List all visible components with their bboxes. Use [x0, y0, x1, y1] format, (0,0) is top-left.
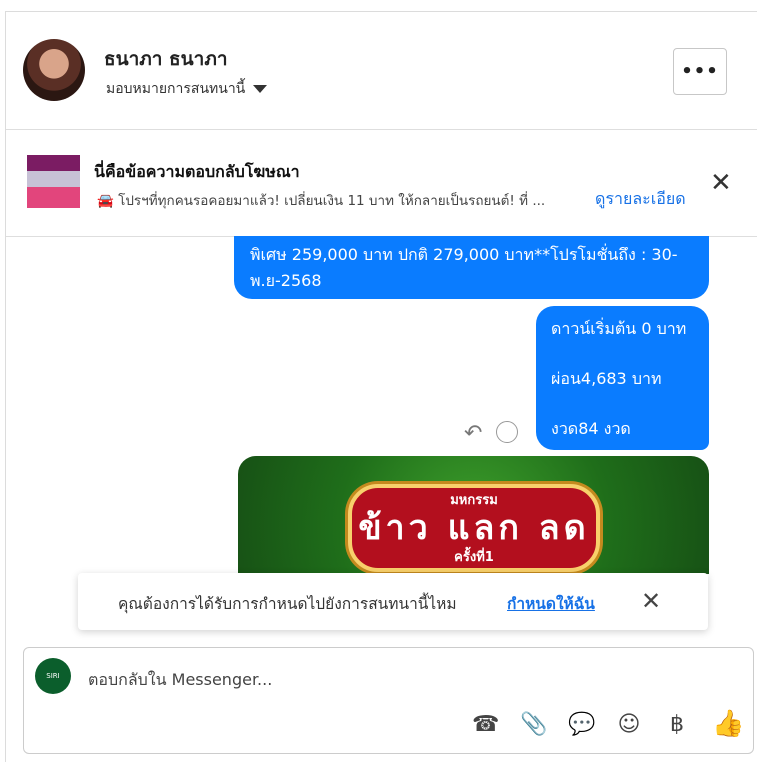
- message-bubble: ดาวน์เริ่มต้น 0 บาท ผ่อน4,683 บาท งวด84 …: [536, 306, 709, 450]
- message-bubble: พิเศษ 259,000 บาท ปกติ 279,000 บาท**โปรโ…: [234, 236, 709, 299]
- smiley-icon[interactable]: ☺: [616, 712, 642, 737]
- promo-big-text: ข้าว แลก ลด: [358, 508, 590, 548]
- page-avatar: SIRI: [35, 658, 71, 694]
- composer-toolbar: ☎ 📎 💬 ☺ ฿ 👍: [472, 709, 744, 739]
- close-icon[interactable]: ✕: [710, 168, 732, 198]
- call-add-icon[interactable]: ☎: [472, 712, 499, 737]
- avatar[interactable]: [23, 39, 85, 101]
- message-composer[interactable]: SIRI ตอบกลับใน Messenger... ☎ 📎 💬 ☺ ฿ 👍: [23, 647, 754, 754]
- message-line: ผ่อน4,683 บาท: [551, 369, 662, 388]
- assign-notice: คุณต้องการได้รับการกำหนดไปยังการสนทนานี้…: [78, 573, 708, 630]
- assign-label: มอบหมายการสนทนานี้: [106, 81, 246, 97]
- ad-details-link[interactable]: ดูรายละเอียด: [595, 187, 686, 212]
- ad-reply-banner: นี่คือข้อความตอบกลับโฆษณา 🚘 โปรฯที่ทุกคน…: [6, 130, 757, 237]
- ad-text: 🚘 โปรฯที่ทุกคนรอคอยมาแล้ว! เปลี่ยนเงิน 1…: [97, 193, 546, 209]
- promo-image[interactable]: มหกรรม ข้าว แลก ลด ครั้งที่1: [238, 456, 709, 574]
- react-emoji-icon[interactable]: [496, 421, 518, 443]
- baht-icon[interactable]: ฿: [664, 712, 690, 737]
- close-icon[interactable]: ✕: [641, 587, 661, 615]
- assign-to-me-link[interactable]: กำหนดให้ฉัน: [507, 591, 595, 616]
- more-options-button[interactable]: •••: [673, 48, 727, 95]
- reply-input[interactable]: ตอบกลับใน Messenger...: [88, 668, 272, 693]
- message-line: ดาวน์เริ่มต้น 0 บาท: [551, 319, 687, 338]
- notice-text: คุณต้องการได้รับการกำหนดไปยังการสนทนานี้…: [118, 595, 457, 613]
- thumbs-up-icon[interactable]: 👍: [712, 709, 744, 739]
- assign-conversation-dropdown[interactable]: มอบหมายการสนทนานี้: [106, 78, 268, 100]
- ad-title: นี่คือข้อความตอบกลับโฆษณา: [94, 162, 300, 181]
- promo-sign: มหกรรม ข้าว แลก ลด ครั้งที่1: [348, 484, 600, 572]
- contact-name[interactable]: ธนาภา ธนาภา: [104, 44, 228, 74]
- reply-icon[interactable]: ↶: [464, 421, 482, 446]
- ad-thumbnail[interactable]: [27, 155, 80, 208]
- conversation-header: ธนาภา ธนาภา มอบหมายการสนทนานี้ •••: [6, 12, 757, 130]
- conversation-panel: ธนาภา ธนาภา มอบหมายการสนทนานี้ ••• นี่คื…: [5, 11, 757, 762]
- caret-down-icon: [253, 85, 268, 93]
- paperclip-icon[interactable]: 📎: [520, 712, 547, 737]
- chat-bubble-icon[interactable]: 💬: [568, 712, 595, 737]
- promo-sub-text: ครั้งที่1: [454, 550, 494, 565]
- promo-small-text: มหกรรม: [450, 493, 498, 508]
